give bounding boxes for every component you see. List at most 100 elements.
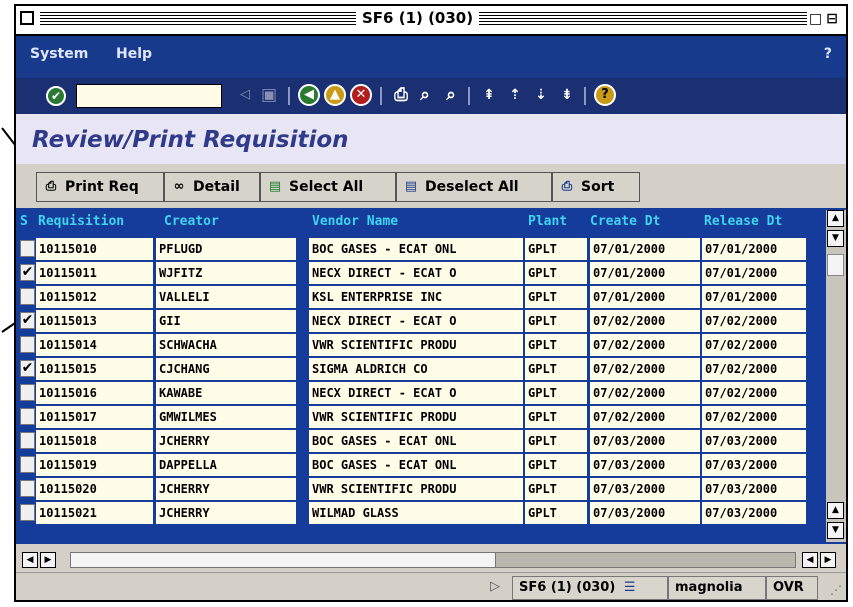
sort-button[interactable]: ⎙ Sort — [552, 172, 640, 202]
command-field[interactable] — [76, 84, 222, 108]
horizontal-scroll-thumb[interactable] — [71, 553, 496, 567]
row-select-checkbox[interactable] — [20, 504, 35, 521]
menu-help[interactable]: Help — [116, 46, 152, 62]
plant-cell: GPLT — [525, 286, 587, 308]
select-all-button[interactable]: ▤ Select All — [260, 172, 396, 202]
application-toolbar: ⎙ Print Req ∞ Detail ▤ Select All ▤ Dese… — [16, 164, 846, 208]
row-select-checkbox[interactable] — [20, 384, 35, 401]
requisition-cell[interactable]: 10115021 — [36, 502, 153, 524]
scroll-thumb[interactable] — [827, 254, 844, 276]
column-header-vendor-name[interactable]: Vendor Name — [312, 214, 398, 229]
column-header-s[interactable]: S — [20, 214, 28, 229]
cancel-icon[interactable]: ✕ — [350, 84, 372, 106]
table-row[interactable]: 10115018 JCHERRY BOC GASES - ECAT ONL GP… — [16, 430, 828, 452]
status-bar: ▷ SF6 (1) (030) ☰ magnolia OVR ⋰ — [16, 572, 846, 600]
horizontal-scrollbar[interactable] — [70, 552, 796, 568]
window-title: SF6 (1) (030) — [356, 9, 480, 27]
requisition-cell[interactable]: 10115017 — [36, 406, 153, 428]
table-row[interactable]: 10115010 PFLUGD BOC GASES - ECAT ONL GPL… — [16, 238, 828, 260]
plant-cell: GPLT — [525, 502, 587, 524]
requisition-cell[interactable]: 10115013 — [36, 310, 153, 332]
table-row[interactable]: 10115020 JCHERRY VWR SCIENTIFIC PRODU GP… — [16, 478, 828, 500]
table-row[interactable]: ✔ 10115015 CJCHANG SIGMA ALDRICH CO GPLT… — [16, 358, 828, 380]
last-page-icon[interactable]: ⇟ — [556, 84, 578, 106]
vertical-scrollbar[interactable]: ▲ ▼ ▲ ▼ — [826, 210, 846, 542]
column-header-creator[interactable]: Creator — [164, 214, 219, 229]
scroll-up-page-icon[interactable]: ▲ — [827, 502, 844, 519]
table-row[interactable]: 10115014 SCHWACHA VWR SCIENTIFIC PRODU G… — [16, 334, 828, 356]
requisition-cell[interactable]: 10115016 — [36, 382, 153, 404]
table-row[interactable]: 10115012 VALLELI KSL ENTERPRISE INC GPLT… — [16, 286, 828, 308]
row-select-checkbox[interactable] — [20, 480, 35, 497]
vendor-cell: WILMAD GLASS — [309, 502, 523, 524]
table-row[interactable]: ✔ 10115013 GII NECX DIRECT - ECAT O GPLT… — [16, 310, 828, 332]
row-select-checkbox[interactable]: ✔ — [20, 264, 35, 281]
exit-icon[interactable]: ▲ — [324, 84, 346, 106]
next-page-icon[interactable]: ⇣ — [530, 84, 552, 106]
column-header-release-dt[interactable]: Release Dt — [704, 214, 782, 229]
table-row[interactable]: 10115019 DAPPELLA BOC GASES - ECAT ONL G… — [16, 454, 828, 476]
menu-bar: System Help ? — [16, 36, 846, 78]
requisition-cell[interactable]: 10115014 — [36, 334, 153, 356]
green-back-icon[interactable]: ◀ — [298, 84, 320, 106]
scroll-bottom-icon[interactable]: ▼ — [827, 522, 844, 539]
status-system-field: SF6 (1) (030) ☰ — [512, 576, 668, 600]
row-select-checkbox[interactable] — [20, 240, 35, 257]
create-date-cell: 07/01/2000 — [590, 286, 700, 308]
row-select-checkbox[interactable] — [20, 408, 35, 425]
row-select-checkbox[interactable]: ✔ — [20, 360, 35, 377]
back-arrow-icon[interactable]: ◁ — [234, 84, 256, 106]
create-date-cell: 07/03/2000 — [590, 454, 700, 476]
table-row[interactable]: ✔ 10115011 WJFITZ NECX DIRECT - ECAT O G… — [16, 262, 828, 284]
checkmark-icon[interactable]: ✔ — [46, 86, 66, 106]
resize-grip-icon[interactable]: ⋰ — [830, 583, 842, 597]
requisition-cell[interactable]: 10115010 — [36, 238, 153, 260]
row-select-checkbox[interactable] — [20, 336, 35, 353]
requisition-cell[interactable]: 10115020 — [36, 478, 153, 500]
table-row[interactable]: 10115017 GMWILMES VWR SCIENTIFIC PRODU G… — [16, 406, 828, 428]
row-select-checkbox[interactable]: ✔ — [20, 312, 35, 329]
print-icon[interactable]: ⎙ — [390, 84, 412, 106]
scroll-right-icon[interactable]: ▶ — [40, 552, 56, 568]
previous-page-icon[interactable]: ⇡ — [504, 84, 526, 106]
detail-button[interactable]: ∞ Detail — [164, 172, 260, 202]
scroll-down-page-icon[interactable]: ▼ — [827, 230, 844, 247]
status-expand-icon[interactable]: ▷ — [490, 579, 500, 594]
column-header-requisition[interactable]: Requisition — [38, 214, 124, 229]
glasses-icon: ∞ — [173, 179, 185, 194]
row-select-checkbox[interactable] — [20, 432, 35, 449]
requisition-cell[interactable]: 10115019 — [36, 454, 153, 476]
help-icon[interactable]: ? — [594, 84, 616, 106]
requisition-cell[interactable]: 10115015 — [36, 358, 153, 380]
scroll-left-icon[interactable]: ◀ — [802, 552, 818, 568]
find-icon[interactable]: ⌕ — [414, 84, 436, 106]
scroll-left-icon[interactable]: ◀ — [22, 552, 38, 568]
menu-system[interactable]: System — [30, 46, 88, 62]
window-resize-icons[interactable]: □ ⊟ — [807, 11, 840, 27]
creator-cell: SCHWACHA — [156, 334, 296, 356]
requisition-cell[interactable]: 10115018 — [36, 430, 153, 452]
plant-cell: GPLT — [525, 454, 587, 476]
status-mode-field: OVR — [766, 576, 818, 600]
create-date-cell: 07/02/2000 — [590, 382, 700, 404]
creator-cell: PFLUGD — [156, 238, 296, 260]
menu-help-question[interactable]: ? — [824, 46, 832, 62]
column-header-plant[interactable]: Plant — [528, 214, 567, 229]
scroll-top-icon[interactable]: ▲ — [827, 210, 844, 227]
row-select-checkbox[interactable] — [20, 288, 35, 305]
window-close-box[interactable] — [20, 11, 34, 25]
status-list-icon[interactable]: ☰ — [624, 580, 636, 595]
save-icon[interactable]: ▣ — [258, 84, 280, 106]
first-page-icon[interactable]: ⇞ — [478, 84, 500, 106]
print-req-button[interactable]: ⎙ Print Req — [36, 172, 164, 202]
vendor-cell: VWR SCIENTIFIC PRODU — [309, 406, 523, 428]
deselect-all-button[interactable]: ▤ Deselect All — [396, 172, 552, 202]
row-select-checkbox[interactable] — [20, 456, 35, 473]
table-row[interactable]: 10115021 JCHERRY WILMAD GLASS GPLT 07/03… — [16, 502, 828, 524]
scroll-right-icon[interactable]: ▶ — [820, 552, 836, 568]
table-row[interactable]: 10115016 KAWABE NECX DIRECT - ECAT O GPL… — [16, 382, 828, 404]
requisition-cell[interactable]: 10115012 — [36, 286, 153, 308]
column-header-create-dt[interactable]: Create Dt — [590, 214, 660, 229]
find-next-icon[interactable]: ⌕ — [440, 84, 462, 106]
requisition-cell[interactable]: 10115011 — [36, 262, 153, 284]
